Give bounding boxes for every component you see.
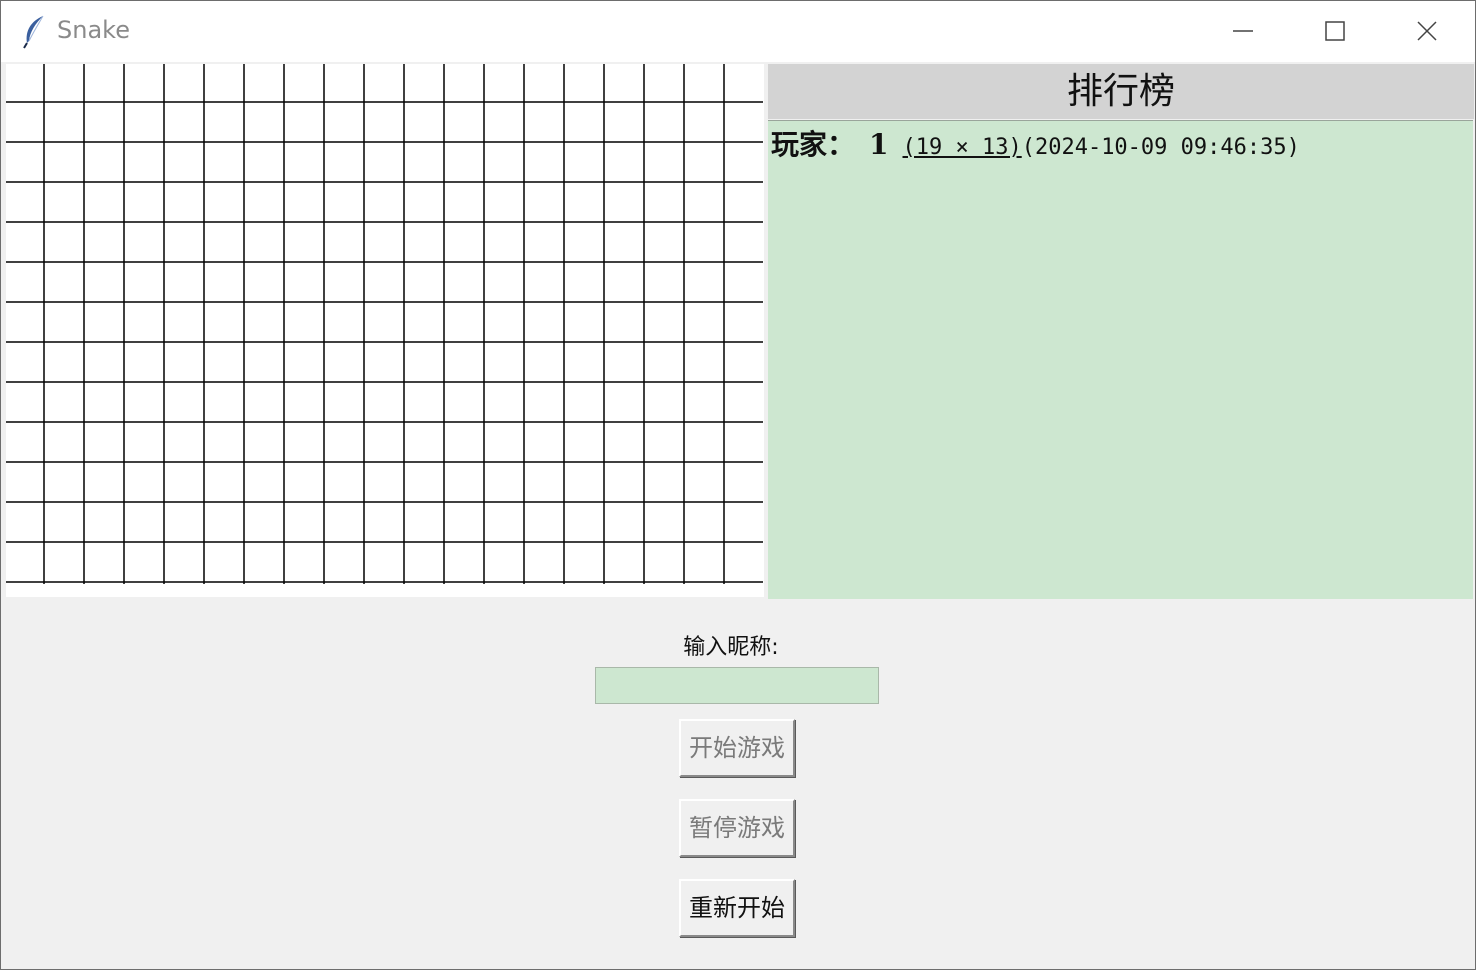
- nickname-label: 输入昵称:: [683, 635, 779, 660]
- maximize-icon: [1325, 21, 1345, 41]
- minimize-icon: [1233, 30, 1253, 32]
- entry-board-size: (19 × 13): [902, 135, 1022, 160]
- nickname-input[interactable]: [595, 667, 879, 704]
- leaderboard-entry: 玩家： 1 (19 × 13)(2024-10-09 09:46:35): [771, 123, 1300, 163]
- entry-player: 玩家：: [771, 128, 856, 161]
- close-icon: [1417, 21, 1437, 41]
- close-button[interactable]: [1381, 1, 1473, 62]
- feather-icon: [23, 15, 44, 49]
- entry-timestamp: (2024-10-09 09:46:35): [1021, 135, 1300, 160]
- window-title: Snake: [57, 16, 130, 44]
- leaderboard-list: 玩家： 1 (19 × 13)(2024-10-09 09:46:35): [768, 120, 1473, 599]
- entry-score: 1: [869, 128, 889, 161]
- restart-game-button[interactable]: 重新开始: [679, 879, 795, 937]
- title-bar[interactable]: Snake: [1, 1, 1475, 62]
- minimize-button[interactable]: [1197, 1, 1289, 62]
- pause-game-button[interactable]: 暂停游戏: [679, 799, 795, 857]
- leaderboard-title: 排行榜: [768, 64, 1474, 119]
- maximize-button[interactable]: [1289, 1, 1381, 62]
- start-game-button[interactable]: 开始游戏: [679, 719, 795, 777]
- game-grid: [6, 64, 763, 584]
- snake-window: Snake 排行榜 玩家： 1 (19 × 13)(2024-10-09 09:46…: [0, 0, 1476, 970]
- game-board[interactable]: [6, 64, 764, 597]
